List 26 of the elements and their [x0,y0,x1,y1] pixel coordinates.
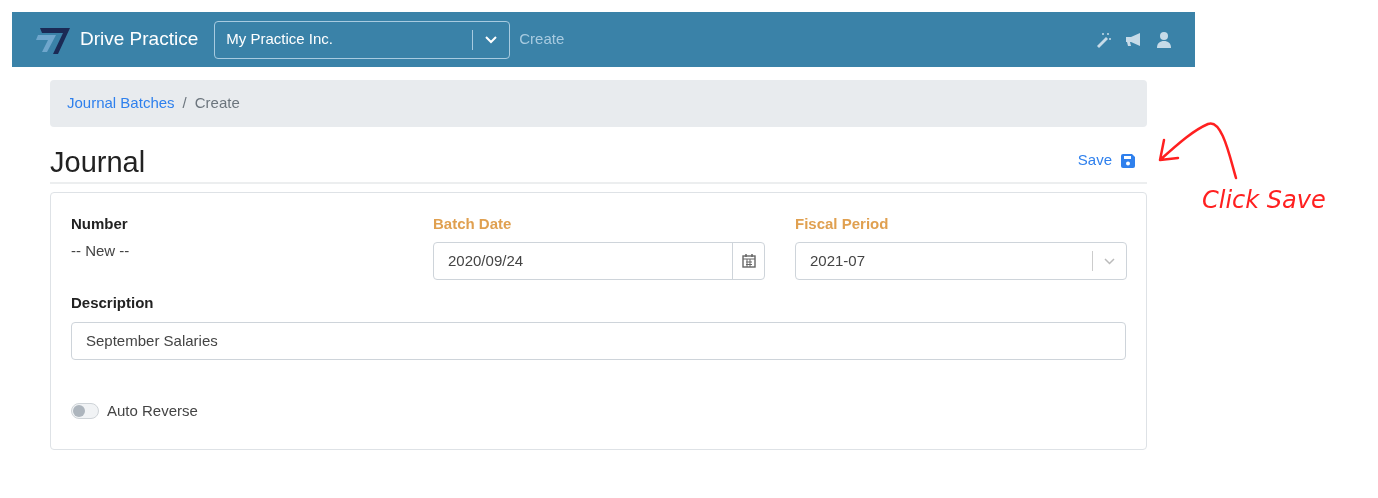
page-label: Create [519,29,565,50]
save-button[interactable]: Save [1077,149,1135,172]
select-field[interactable]: 2021-07 [795,242,1127,281]
breadcrumb-current: Create [194,93,240,114]
company-select[interactable]: My Practice Inc. [214,20,511,59]
toggle-label: Auto Reverse [107,400,198,421]
magic-wand-icon[interactable] [1095,31,1111,48]
field-label: Number [71,213,129,234]
breadcrumb-separator: / [182,93,187,114]
field-label: Batch Date [433,213,513,234]
field-value: -- New -- [71,241,131,262]
annotation-text: Click Save [1202,185,1326,216]
chevron-down-icon [485,35,498,44]
chevron-down-icon [1104,257,1115,265]
date-field[interactable]: 2020/09/24 [433,242,765,281]
calendar-icon [741,254,756,269]
toggle-switch[interactable] [71,403,99,420]
brand-name[interactable]: Drive Practice [80,25,199,54]
input-field[interactable]: September Salaries [71,321,1126,360]
user-icon[interactable] [1157,31,1171,48]
save-icon [1121,153,1135,168]
breadcrumb-link[interactable]: Journal Batches [67,92,175,115]
field-label: Description [71,293,155,314]
field-label: Fiscal Period [795,213,890,234]
page-title: Journal [50,145,146,180]
megaphone-icon[interactable] [1125,32,1143,47]
